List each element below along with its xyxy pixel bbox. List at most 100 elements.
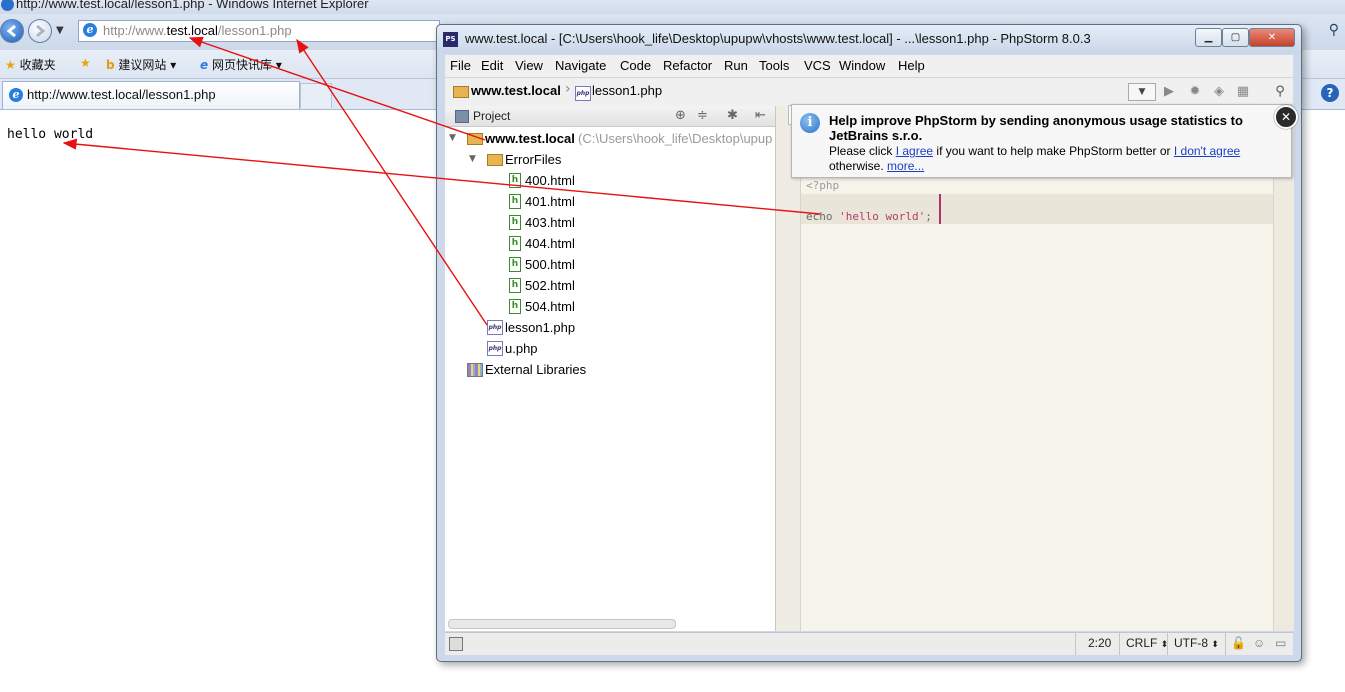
tree-node-root[interactable]: ▼ www.test.local (C:\Users\hook_life\Des…: [445, 128, 775, 149]
project-view-icon: [455, 110, 469, 123]
status-bar: 2:20 CRLF ⬍ UTF-8 ⬍ 🔓 ☺ ▭: [445, 632, 1293, 655]
collapse-all-icon[interactable]: ≑: [697, 108, 708, 123]
breadcrumb-root[interactable]: www.test.local: [471, 83, 561, 98]
locate-file-icon[interactable]: ⊕: [675, 108, 686, 123]
breadcrumb-file[interactable]: lesson1.php: [592, 83, 662, 98]
event-log-icon[interactable]: ▭: [1275, 636, 1286, 650]
file-encoding[interactable]: UTF-8 ⬍: [1174, 636, 1219, 650]
tree-external-label: External Libraries: [485, 362, 587, 377]
menu-bar: File Edit View Navigate Code Refactor Ru…: [445, 55, 1293, 77]
expand-triangle-icon[interactable]: ▼: [469, 154, 476, 164]
phpstorm-title-bar: PS www.test.local - [C:\Users\hook_life\…: [437, 25, 1301, 53]
menu-window[interactable]: Window: [839, 58, 885, 73]
tree-file-502[interactable]: h 502.html: [445, 275, 775, 296]
php-file-icon: php: [575, 86, 591, 101]
tree-file-401[interactable]: h 401.html: [445, 191, 775, 212]
close-button[interactable]: ✕: [1249, 28, 1295, 47]
tree-file-label: 400.html: [525, 173, 575, 188]
add-favorite-icon[interactable]: ★: [80, 56, 91, 70]
hide-panel-icon[interactable]: ⇤: [755, 108, 766, 123]
address-bar[interactable]: e http://www.test.local/lesson1.php: [78, 20, 440, 42]
html-file-icon: h: [509, 215, 521, 230]
tool-windows-toggle-icon[interactable]: [449, 637, 463, 651]
gear-icon[interactable]: ✱: [727, 108, 738, 123]
code-editor[interactable]: <?php echo 'hello world';: [776, 105, 1294, 631]
new-tab-button[interactable]: [300, 83, 332, 108]
line-separator[interactable]: CRLF ⬍: [1126, 636, 1168, 650]
tree-root-label: www.test.local: [485, 131, 575, 146]
tree-file-400[interactable]: h 400.html: [445, 170, 775, 191]
menu-vcs[interactable]: VCS: [804, 58, 831, 73]
project-panel: Project ⊕ ≑ ✱ ⇤ ▼ www.test.local (C:\Use…: [445, 106, 776, 631]
code-line-1: <?php: [806, 179, 840, 192]
chevron-down-icon: ▾: [275, 58, 282, 72]
tree-file-label: lesson1.php: [505, 320, 576, 335]
menu-file[interactable]: File: [450, 58, 471, 73]
agree-link[interactable]: I agree: [896, 144, 933, 158]
tree-external-libraries[interactable]: External Libraries: [445, 359, 775, 380]
debug-icon[interactable]: ✹: [1187, 84, 1203, 100]
php-file-icon: php: [487, 341, 503, 356]
tree-file-403[interactable]: h 403.html: [445, 212, 775, 233]
tree-file-u[interactable]: php u.php: [445, 338, 775, 359]
maximize-button[interactable]: ▢: [1222, 28, 1249, 47]
tree-file-404[interactable]: h 404.html: [445, 233, 775, 254]
run-icon[interactable]: ▶: [1161, 84, 1177, 100]
status-divider: [1225, 633, 1226, 655]
phpstorm-logo-icon: PS: [443, 32, 458, 47]
menu-navigate[interactable]: Navigate: [555, 58, 606, 73]
tree-file-label: 401.html: [525, 194, 575, 209]
search-icon[interactable]: ⚲: [1329, 22, 1339, 38]
tree-file-504[interactable]: h 504.html: [445, 296, 775, 317]
menu-code[interactable]: Code: [620, 58, 651, 73]
address-prefix: http://www.: [103, 23, 167, 38]
code-semicolon: ;: [925, 210, 932, 223]
help-icon[interactable]: ?: [1321, 84, 1339, 102]
tree-file-label: u.php: [505, 341, 538, 356]
favorites-button[interactable]: ★ 收藏夹: [5, 56, 56, 73]
inspector-icon[interactable]: ☺: [1253, 636, 1265, 650]
php-file-icon: php: [487, 320, 503, 335]
expand-triangle-icon[interactable]: ▼: [449, 133, 456, 143]
info-icon: i: [800, 113, 820, 133]
suggested-sites-button[interactable]: b 建议网站 ▾: [106, 56, 176, 73]
minimize-button[interactable]: ▁: [1195, 28, 1222, 47]
menu-edit[interactable]: Edit: [481, 58, 503, 73]
project-horizontal-scrollbar[interactable]: [448, 619, 676, 629]
more-link[interactable]: more...: [887, 159, 924, 173]
web-slice-gallery-button[interactable]: e 网页快讯库 ▾: [200, 56, 282, 73]
project-view-selector[interactable]: Project: [473, 109, 510, 123]
caret-position[interactable]: 2:20: [1088, 636, 1111, 650]
menu-help[interactable]: Help: [898, 58, 925, 73]
run-configuration-dropdown[interactable]: ▼: [1128, 83, 1156, 101]
back-button[interactable]: [0, 19, 24, 43]
editor-right-scrollbar[interactable]: [1273, 106, 1294, 631]
menu-run[interactable]: Run: [724, 58, 748, 73]
notification-close-button[interactable]: ✕: [1274, 105, 1298, 129]
html-file-icon: h: [509, 236, 521, 251]
phpstorm-window: PS www.test.local - [C:\Users\hook_life\…: [436, 24, 1302, 662]
profile-icon[interactable]: ▦: [1235, 84, 1251, 100]
status-divider: [1075, 633, 1076, 655]
tree-file-500[interactable]: h 500.html: [445, 254, 775, 275]
menu-view[interactable]: View: [515, 58, 543, 73]
tree-file-label: 404.html: [525, 236, 575, 251]
address-text[interactable]: http://www.test.local/lesson1.php: [103, 23, 292, 38]
menu-tools[interactable]: Tools: [759, 58, 789, 73]
coverage-icon[interactable]: ◈: [1211, 84, 1227, 100]
disagree-link[interactable]: I don't agree: [1174, 144, 1240, 158]
usage-statistics-notification: i Help improve PhpStorm by sending anony…: [791, 104, 1298, 178]
forward-button[interactable]: [28, 19, 52, 43]
navigation-bar: www.test.local › php lesson1.php ▼ ▶ ✹ ◈…: [445, 77, 1293, 107]
tree-file-label: 403.html: [525, 215, 575, 230]
search-everywhere-icon[interactable]: ⚲: [1272, 84, 1288, 100]
notification-text: Please click: [829, 144, 896, 158]
tree-node-errorfiles[interactable]: ▼ ErrorFiles: [445, 149, 775, 170]
chevron-down-icon: ▾: [170, 58, 177, 72]
tree-file-lesson1[interactable]: php lesson1.php: [445, 317, 775, 338]
recent-pages-dropdown-icon[interactable]: ▼: [56, 25, 64, 36]
html-file-icon: h: [509, 257, 521, 272]
menu-refactor[interactable]: Refactor: [663, 58, 712, 73]
ie-tab-active[interactable]: e http://www.test.local/lesson1.php: [2, 81, 300, 109]
lock-icon[interactable]: 🔓: [1231, 636, 1246, 650]
